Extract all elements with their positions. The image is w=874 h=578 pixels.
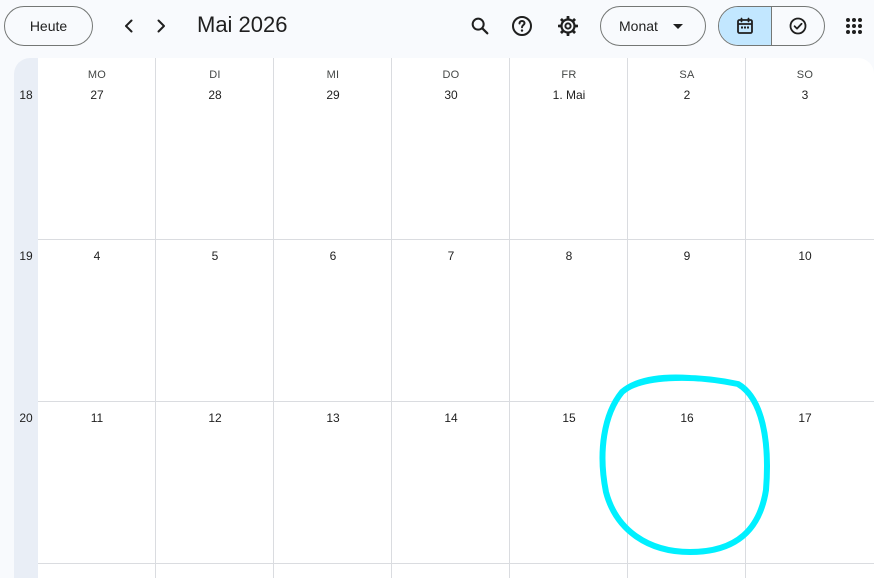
day-number[interactable]: 9 xyxy=(628,249,746,263)
next-month-button[interactable] xyxy=(145,10,177,42)
calendar-view-toggle[interactable] xyxy=(719,7,772,45)
grid-divider xyxy=(509,58,510,578)
month-title: Mai 2026 xyxy=(197,12,288,37)
tasks-check-icon xyxy=(789,17,807,35)
grid-divider xyxy=(745,58,746,578)
apps-button[interactable] xyxy=(836,8,872,44)
tasks-view-toggle[interactable] xyxy=(772,7,825,45)
day-number[interactable]: 6 xyxy=(274,249,392,263)
weekday-header-mi: MI xyxy=(326,69,340,81)
day-number[interactable]: 14 xyxy=(392,411,510,425)
prev-month-button[interactable] xyxy=(113,10,145,42)
day-number[interactable]: 4 xyxy=(38,249,156,263)
weekday-header-fr: FR xyxy=(561,69,577,81)
help-button[interactable] xyxy=(504,8,540,44)
week-number-column xyxy=(14,58,38,578)
day-number[interactable]: 3 xyxy=(746,88,864,102)
settings-button[interactable] xyxy=(550,8,586,44)
calendar-icon xyxy=(736,17,753,34)
day-number[interactable]: 28 xyxy=(156,88,274,102)
grid-divider xyxy=(38,563,874,564)
day-number[interactable]: 11 xyxy=(38,411,156,425)
search-icon xyxy=(471,17,489,35)
day-number[interactable]: 15 xyxy=(510,411,628,425)
top-toolbar: Heute Mai 2026 Monat xyxy=(0,0,874,56)
caret-down-icon xyxy=(673,24,683,29)
day-number[interactable]: 29 xyxy=(274,88,392,102)
weekday-header-di: DI xyxy=(209,69,221,81)
day-number[interactable]: 7 xyxy=(392,249,510,263)
view-selector-label: Monat xyxy=(619,18,658,34)
day-number[interactable]: 12 xyxy=(156,411,274,425)
chevron-right-icon xyxy=(157,19,165,33)
month-grid: 18 19 20 MO DI MI DO FR SA SO 27 28 29 3… xyxy=(14,58,874,578)
grid-divider xyxy=(38,239,874,240)
day-number[interactable]: 2 xyxy=(628,88,746,102)
apps-grid-icon xyxy=(846,18,862,34)
week-number[interactable]: 20 xyxy=(14,411,38,425)
day-number[interactable]: 13 xyxy=(274,411,392,425)
day-number[interactable]: 10 xyxy=(746,249,864,263)
grid-divider xyxy=(155,58,156,578)
help-icon xyxy=(512,16,532,36)
calendar-tasks-toggle xyxy=(718,6,825,46)
view-selector[interactable]: Monat xyxy=(600,6,706,46)
today-button[interactable]: Heute xyxy=(4,6,93,46)
settings-icon xyxy=(558,16,578,36)
day-number[interactable]: 1. Mai xyxy=(510,88,628,102)
weekday-header-mo: MO xyxy=(87,69,107,81)
day-number[interactable]: 5 xyxy=(156,249,274,263)
chevron-left-icon xyxy=(125,19,133,33)
day-number[interactable]: 17 xyxy=(746,411,864,425)
weekday-header-do: DO xyxy=(442,69,460,81)
grid-divider xyxy=(273,58,274,578)
grid-divider xyxy=(391,58,392,578)
day-number[interactable]: 30 xyxy=(392,88,510,102)
day-number[interactable]: 8 xyxy=(510,249,628,263)
grid-divider xyxy=(627,58,628,578)
day-number[interactable]: 27 xyxy=(38,88,156,102)
week-number[interactable]: 19 xyxy=(14,249,38,263)
search-button[interactable] xyxy=(462,8,498,44)
grid-divider xyxy=(38,401,874,402)
week-number[interactable]: 18 xyxy=(14,88,38,102)
weekday-header-sa: SA xyxy=(679,69,695,81)
weekday-header-so: SO xyxy=(796,69,814,81)
day-number[interactable]: 16 xyxy=(628,411,746,425)
